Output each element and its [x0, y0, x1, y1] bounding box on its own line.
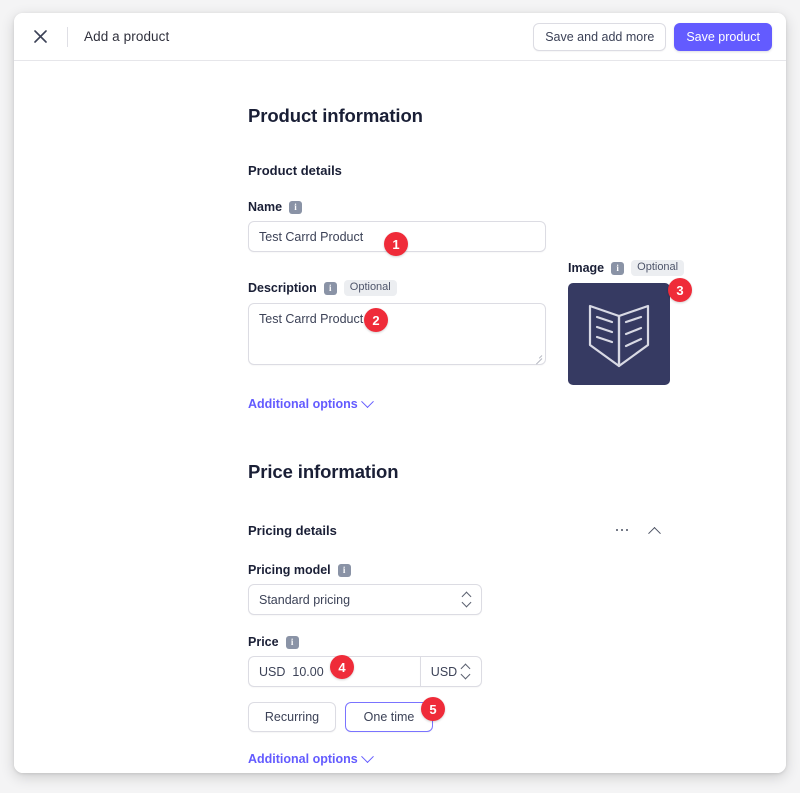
chevron-up-icon[interactable]: [643, 519, 665, 541]
product-additional-options-link[interactable]: Additional options: [248, 397, 372, 411]
annotation-marker-2: 2: [364, 308, 388, 332]
screenshot-root: Add a product Save and add more Save pro…: [0, 0, 800, 793]
modal-body: Product information Product details Name…: [14, 61, 786, 773]
modal-header: Add a product Save and add more Save pro…: [14, 13, 786, 61]
product-additional-options-label: Additional options: [248, 397, 358, 411]
info-icon[interactable]: i: [289, 201, 302, 214]
form-column: Product information Product details Name…: [248, 105, 728, 773]
description-textarea-value: Test Carrd Product: [259, 312, 363, 326]
pricing-model-select[interactable]: Standard pricing: [248, 584, 482, 615]
annotation-marker-4: 4: [330, 655, 354, 679]
price-amount-value: 10.00: [292, 665, 323, 679]
form-container: Product information Product details Name…: [14, 61, 786, 773]
pricing-details-subheading: Pricing details: [248, 523, 337, 538]
save-and-add-more-button[interactable]: Save and add more: [533, 23, 666, 51]
description-label: Description: [248, 281, 317, 295]
save-product-button[interactable]: Save product: [674, 23, 772, 51]
image-label: Image: [568, 261, 604, 275]
image-block: Image i Optional: [568, 260, 768, 385]
pricing-model-label-row: Pricing model i: [248, 563, 728, 577]
currency-select[interactable]: USD: [420, 656, 482, 687]
pricing-model-value: Standard pricing: [259, 593, 462, 607]
price-information-heading: Price information: [248, 461, 728, 483]
price-label: Price: [248, 635, 279, 649]
info-icon[interactable]: i: [324, 282, 337, 295]
chevron-updown-icon: [462, 592, 472, 607]
name-label-row: Name i: [248, 200, 728, 214]
recurring-toggle-button[interactable]: Recurring: [248, 702, 336, 732]
one-time-toggle-button[interactable]: One time: [345, 702, 433, 732]
pricing-model-label: Pricing model: [248, 563, 331, 577]
chevron-down-icon: [361, 750, 374, 763]
price-additional-options-link[interactable]: Additional options: [248, 752, 372, 766]
optional-badge: Optional: [344, 280, 397, 296]
name-label: Name: [248, 200, 282, 214]
annotation-marker-3: 3: [668, 278, 692, 302]
optional-badge: Optional: [631, 260, 684, 276]
price-additional-options-label: Additional options: [248, 752, 358, 766]
info-icon[interactable]: i: [611, 262, 624, 275]
annotation-marker-1: 1: [384, 232, 408, 256]
description-textarea[interactable]: Test Carrd Product: [248, 303, 546, 365]
price-label-row: Price i: [248, 635, 728, 649]
pricing-details-header: Pricing details: [248, 519, 665, 541]
product-details-subheading: Product details: [248, 163, 728, 178]
chevron-down-icon: [361, 395, 374, 408]
resize-handle-icon[interactable]: [533, 352, 542, 361]
info-icon[interactable]: i: [286, 636, 299, 649]
close-icon[interactable]: [27, 24, 53, 50]
product-information-heading: Product information: [248, 105, 728, 127]
header-divider: [67, 27, 68, 47]
info-icon[interactable]: i: [338, 564, 351, 577]
spacer: [248, 615, 728, 635]
price-currency-prefix: USD: [259, 665, 285, 679]
spacer: [248, 732, 728, 750]
add-product-modal: Add a product Save and add more Save pro…: [14, 13, 786, 773]
spacer: [248, 768, 728, 773]
product-image-thumbnail[interactable]: [568, 283, 670, 385]
annotation-marker-5: 5: [421, 697, 445, 721]
chevron-updown-icon: [461, 664, 471, 679]
price-field-group: USD 10.00 USD: [248, 656, 482, 687]
billing-toggle-group: Recurring One time: [248, 702, 728, 732]
image-label-row: Image i Optional: [568, 260, 768, 276]
page-title: Add a product: [84, 29, 169, 44]
spacer: [248, 413, 728, 461]
currency-select-value: USD: [431, 665, 457, 679]
ellipsis-icon[interactable]: [611, 519, 633, 541]
